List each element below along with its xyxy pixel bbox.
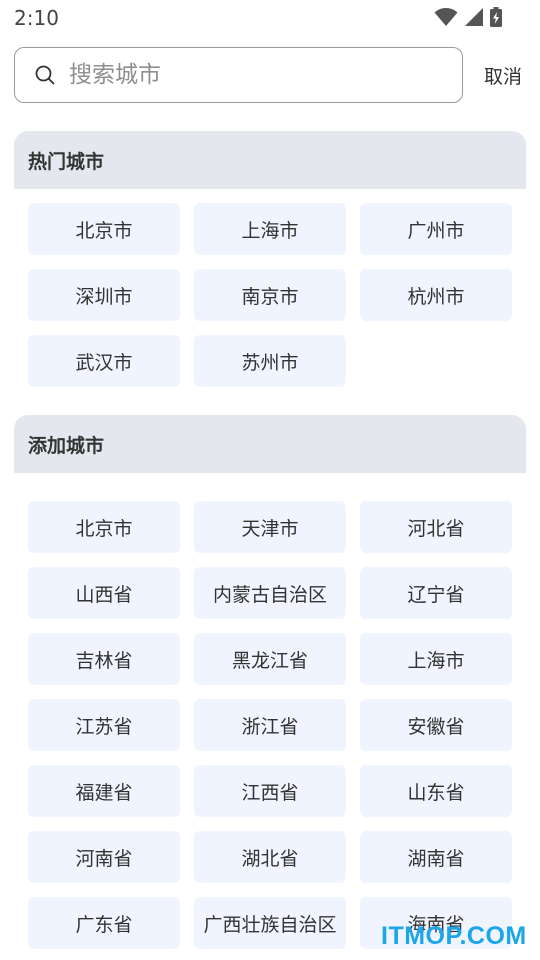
hot-cities-header: 热门城市 [14, 131, 526, 189]
search-input[interactable] [69, 62, 462, 88]
status-time: 2:10 [14, 6, 59, 30]
add-city-chip[interactable]: 内蒙古自治区 [194, 567, 346, 619]
add-cities-header: 添加城市 [14, 415, 526, 473]
status-icons [434, 6, 502, 28]
add-city-chip[interactable]: 湖南省 [360, 831, 512, 883]
hot-city-chip[interactable]: 上海市 [194, 203, 346, 255]
add-city-chip[interactable]: 山东省 [360, 765, 512, 817]
hot-city-chip[interactable]: 杭州市 [360, 269, 512, 321]
add-city-chip[interactable]: 上海市 [360, 633, 512, 685]
signal-icon [464, 7, 484, 27]
add-city-chip[interactable]: 河南省 [28, 831, 180, 883]
search-box[interactable] [14, 47, 463, 103]
add-cities-grid: 北京市 天津市 河北省山西省 内蒙古自治区 辽宁省吉林省 黑龙江省 上海市江苏省 浙江省 安徽省… [28, 501, 512, 949]
hot-city-chip[interactable]: 深圳市 [28, 269, 180, 321]
add-city-chip[interactable]: 河北省 [360, 501, 512, 553]
add-city-chip[interactable]: 浙江省 [194, 699, 346, 751]
hot-city-chip[interactable]: 武汉市 [28, 335, 180, 387]
add-city-chip[interactable]: 安徽省 [360, 699, 512, 751]
hot-city-chip[interactable]: 北京市 [28, 203, 180, 255]
hot-city-chip[interactable]: 苏州市 [194, 335, 346, 387]
add-city-chip[interactable]: 天津市 [194, 501, 346, 553]
add-city-chip[interactable]: 山西省 [28, 567, 180, 619]
add-city-chip[interactable]: 广西壮族自治区 [194, 897, 346, 949]
watermark: ITMOP.COM [381, 922, 527, 950]
hot-cities-grid: 北京市 上海市 广州市深圳市 南京市 杭州市武汉市 苏州市 [28, 203, 512, 387]
add-city-chip[interactable]: 北京市 [28, 501, 180, 553]
add-city-chip[interactable]: 江苏省 [28, 699, 180, 751]
status-bar: 2:10 [0, 0, 540, 36]
add-city-chip[interactable]: 福建省 [28, 765, 180, 817]
hot-city-chip[interactable]: 广州市 [360, 203, 512, 255]
wifi-icon [434, 7, 458, 27]
add-city-chip[interactable]: 广东省 [28, 897, 180, 949]
add-city-chip[interactable]: 吉林省 [28, 633, 180, 685]
cancel-button[interactable]: 取消 [484, 62, 522, 89]
add-city-chip[interactable]: 辽宁省 [360, 567, 512, 619]
hot-city-chip[interactable]: 南京市 [194, 269, 346, 321]
battery-charging-icon [490, 7, 502, 27]
add-city-chip[interactable]: 黑龙江省 [194, 633, 346, 685]
add-city-chip[interactable]: 江西省 [194, 765, 346, 817]
search-icon [35, 65, 55, 85]
add-city-chip[interactable]: 湖北省 [194, 831, 346, 883]
